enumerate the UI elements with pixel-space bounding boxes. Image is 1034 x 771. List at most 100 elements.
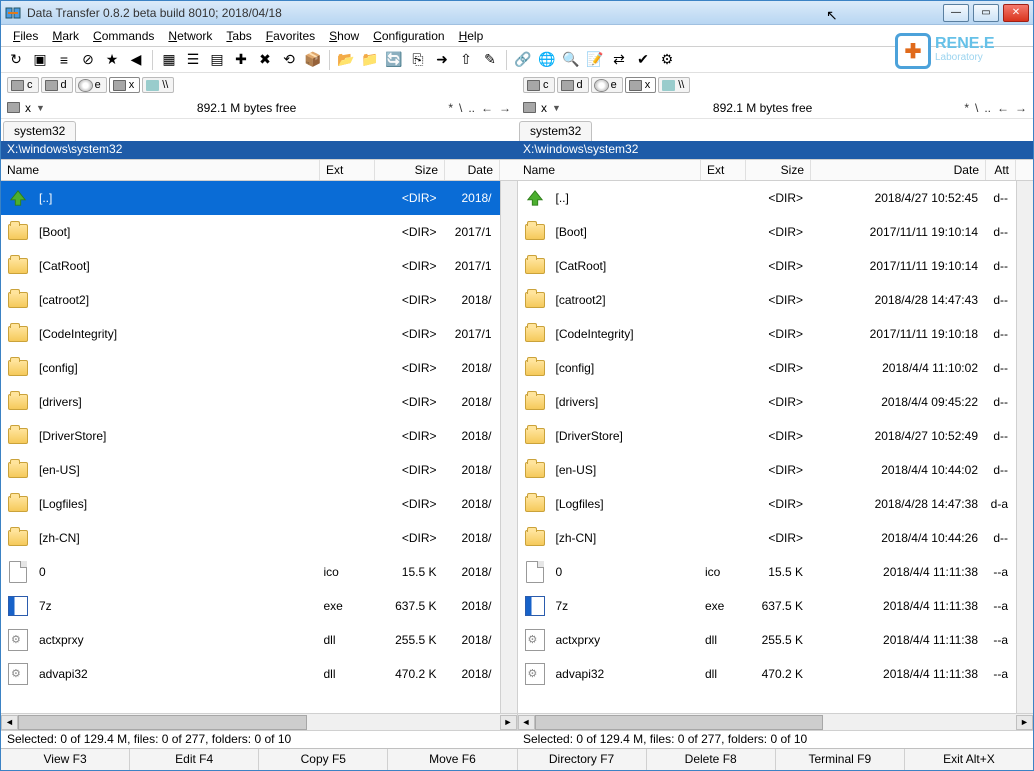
file-row[interactable]: [Logfiles]<DIR>2018/	[1, 487, 500, 521]
path-left[interactable]: X:\windows\system32	[1, 141, 517, 159]
file-row[interactable]: [zh-CN]<DIR>2018/	[1, 521, 500, 555]
nav-fwd[interactable]: →	[1015, 101, 1027, 115]
drive-selector-left[interactable]: x▼	[7, 101, 45, 115]
menu-tabs[interactable]: Tabs	[220, 27, 257, 45]
menu-configuration[interactable]: Configuration	[367, 27, 450, 45]
func-view[interactable]: View F3	[1, 749, 130, 770]
file-row[interactable]: [zh-CN]<DIR>2018/4/4 10:44:26d--	[518, 521, 1017, 555]
col-ext[interactable]: Ext	[320, 160, 375, 180]
nav-back[interactable]: ←	[997, 101, 1009, 115]
vscroll-left[interactable]	[500, 181, 517, 713]
col-date[interactable]: Date	[811, 160, 986, 180]
menu-show[interactable]: Show	[323, 27, 365, 45]
maximize-button[interactable]: ▭	[973, 4, 999, 22]
menu-network[interactable]: Network	[162, 27, 218, 45]
col-name[interactable]: Name	[1, 160, 320, 180]
file-row[interactable]: [en-US]<DIR>2018/4/4 10:44:02d--	[518, 453, 1017, 487]
nav-root[interactable]: \	[459, 101, 462, 115]
func-delete[interactable]: Delete F8	[647, 749, 776, 770]
func-move[interactable]: Move F6	[388, 749, 517, 770]
scroll-left-icon[interactable]: ◄	[518, 715, 535, 730]
drive-c[interactable]: c	[523, 77, 555, 93]
func-copy[interactable]: Copy F5	[259, 749, 388, 770]
nav-root[interactable]: \	[975, 101, 978, 115]
pack-icon[interactable]: 📦	[302, 49, 324, 71]
check-icon[interactable]: ✔	[632, 49, 654, 71]
tab-left[interactable]: system32	[3, 121, 76, 141]
func-terminal[interactable]: Terminal F9	[776, 749, 905, 770]
col-ext[interactable]: Ext	[701, 160, 746, 180]
drive-e[interactable]: e	[591, 77, 623, 93]
unpack-icon[interactable]: 📂	[335, 49, 357, 71]
col-att[interactable]: Att	[986, 160, 1016, 180]
file-row[interactable]: [catroot2]<DIR>2018/4/28 14:47:43d--	[518, 283, 1017, 317]
options-icon[interactable]: ⚙	[656, 49, 678, 71]
file-row[interactable]: [DriverStore]<DIR>2018/	[1, 419, 500, 453]
file-row[interactable]: [DriverStore]<DIR>2018/4/27 10:52:49d--	[518, 419, 1017, 453]
scroll-left-icon[interactable]: ◄	[1, 715, 18, 730]
vscroll-right[interactable]	[1016, 181, 1033, 713]
drive-x[interactable]: x	[109, 77, 141, 93]
file-row[interactable]: actxprxydll255.5 K2018/4/4 11:11:38--a	[518, 623, 1017, 657]
compare-icon[interactable]: ⇄	[608, 49, 630, 71]
drive-c[interactable]: c	[7, 77, 39, 93]
file-row[interactable]: [CatRoot]<DIR>2017/1	[1, 249, 500, 283]
func-edit[interactable]: Edit F4	[130, 749, 259, 770]
file-row[interactable]: [drivers]<DIR>2018/4/4 09:45:22d--	[518, 385, 1017, 419]
refresh-icon[interactable]: ↻	[5, 49, 27, 71]
nav-up[interactable]: ..	[984, 101, 991, 115]
drive-e[interactable]: e	[75, 77, 107, 93]
nav-star[interactable]: *	[448, 101, 453, 115]
file-row[interactable]: [..]<DIR>2018/	[1, 181, 500, 215]
func-exit[interactable]: Exit Alt+X	[905, 749, 1033, 770]
menu-favorites[interactable]: Favorites	[260, 27, 321, 45]
col-name[interactable]: Name	[517, 160, 701, 180]
titlebar[interactable]: Data Transfer 0.8.2 beta build 8010; 201…	[1, 1, 1033, 25]
tree-icon[interactable]: ☰	[182, 49, 204, 71]
hscroll-left[interactable]: ◄ ►	[1, 713, 517, 730]
tab-right[interactable]: system32	[519, 121, 592, 141]
path-right[interactable]: X:\windows\system32	[517, 141, 1033, 159]
all-icon[interactable]: ✚	[230, 49, 252, 71]
file-row[interactable]: [drivers]<DIR>2018/	[1, 385, 500, 419]
file-row[interactable]: [Boot]<DIR>2017/11/11 19:10:14d--	[518, 215, 1017, 249]
menu-commands[interactable]: Commands	[87, 27, 160, 45]
drive-x[interactable]: x	[625, 77, 657, 93]
ftp-icon[interactable]: 🌐	[536, 49, 558, 71]
terminal-icon[interactable]: ▣	[29, 49, 51, 71]
list-icon[interactable]: ≡	[53, 49, 75, 71]
move-icon[interactable]: ➜	[431, 49, 453, 71]
file-row[interactable]: [..]<DIR>2018/4/27 10:52:45d--	[518, 181, 1017, 215]
drive-selector-right[interactable]: x▼	[523, 101, 561, 115]
scroll-right-icon[interactable]: ►	[500, 715, 517, 730]
connect-icon[interactable]: 🔗	[512, 49, 534, 71]
file-row[interactable]: 0ico15.5 K2018/4/4 11:11:38--a	[518, 555, 1017, 589]
col-size[interactable]: Size	[375, 160, 445, 180]
col-date[interactable]: Date	[445, 160, 500, 180]
grid-icon[interactable]: ▦	[158, 49, 180, 71]
drive-netnet[interactable]: \\	[142, 77, 174, 93]
file-row[interactable]: [Boot]<DIR>2017/1	[1, 215, 500, 249]
star-icon[interactable]: ★	[101, 49, 123, 71]
folderup-icon[interactable]: ⇧	[455, 49, 477, 71]
file-row[interactable]: [config]<DIR>2018/	[1, 351, 500, 385]
drive-d[interactable]: d	[557, 77, 589, 93]
sync-icon[interactable]: 🔄	[383, 49, 405, 71]
file-row[interactable]: 0ico15.5 K2018/	[1, 555, 500, 589]
file-row[interactable]: [Logfiles]<DIR>2018/4/28 14:47:38d-a	[518, 487, 1017, 521]
file-row[interactable]: [CodeIntegrity]<DIR>2017/11/11 19:10:18d…	[518, 317, 1017, 351]
file-row[interactable]: actxprxydll255.5 K2018/	[1, 623, 500, 657]
nav-star[interactable]: *	[964, 101, 969, 115]
file-row[interactable]: [catroot2]<DIR>2018/	[1, 283, 500, 317]
file-list-left[interactable]: [..]<DIR>2018/[Boot]<DIR>2017/1[CatRoot]…	[1, 181, 500, 713]
func-directory[interactable]: Directory F7	[518, 749, 647, 770]
invert-icon[interactable]: ⟲	[278, 49, 300, 71]
nav-up[interactable]: ..	[468, 101, 475, 115]
close-button[interactable]: ✕	[1003, 4, 1029, 22]
file-row[interactable]: [CodeIntegrity]<DIR>2017/1	[1, 317, 500, 351]
file-row[interactable]: advapi32dll470.2 K2018/4/4 11:11:38--a	[518, 657, 1017, 691]
edit-icon[interactable]: ✎	[479, 49, 501, 71]
find-icon[interactable]: 🔍	[560, 49, 582, 71]
scroll-right-icon[interactable]: ►	[1016, 715, 1033, 730]
nav-fwd[interactable]: →	[499, 101, 511, 115]
